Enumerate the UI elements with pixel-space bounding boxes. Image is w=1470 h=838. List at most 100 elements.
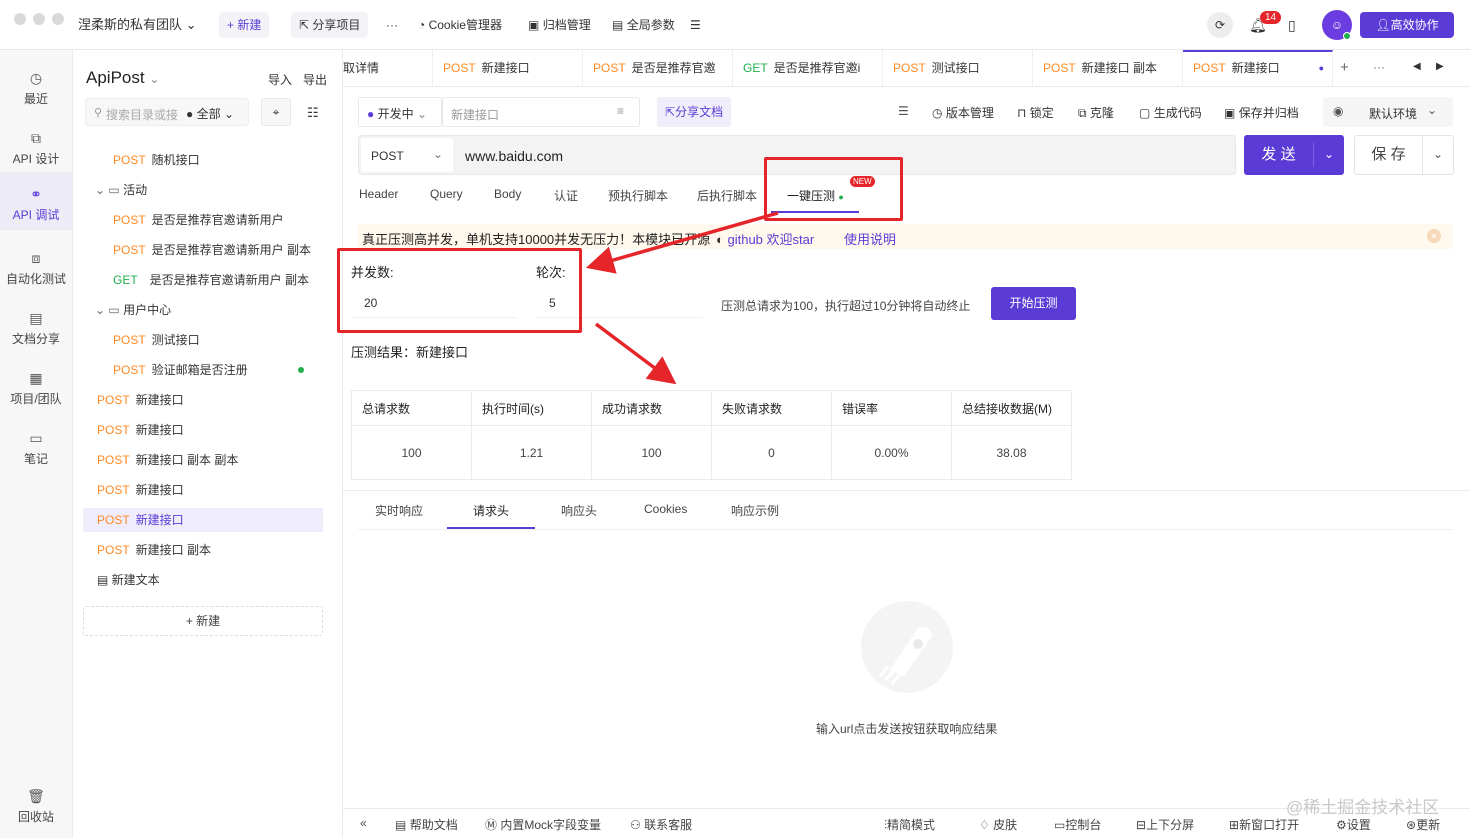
version-mgmt-button[interactable]: ◷ 版本管理 [932,104,994,121]
url-input[interactable]: www.baidu.com [465,148,563,164]
request-tab[interactable]: POST 新建接口 [433,50,583,87]
tree-item[interactable]: POST 验证邮箱是否注册 [113,358,248,382]
request-name-input[interactable]: 新建接口 ≡ [442,97,640,127]
tab-next-icon[interactable]: ▶ [1436,61,1444,72]
send-button[interactable]: 发 送 [1244,135,1313,175]
lock-button[interactable]: ⊓ 锁定 [1017,104,1054,121]
app-name[interactable]: ApiPost ⌄ [86,68,159,88]
import-button[interactable]: 导入 [268,71,292,88]
nav-doc-share[interactable]: ▤ 文档分享 [0,300,72,350]
console-button[interactable]: ▭控制台 [1054,816,1101,833]
nav-project-team[interactable]: ▦ 项目/团队 [0,360,72,410]
share-doc-button[interactable]: ⇱分享文档 [657,97,732,127]
request-tab[interactable]: POST 是否是推荐官邀 [583,50,733,87]
subtab-query[interactable]: Query [430,187,463,201]
tree-item[interactable]: ▤ 新建文本 [97,568,160,592]
skin-button[interactable]: ♢ 皮肤 [979,816,1017,833]
nav-trash[interactable]: 🗑︎ 回收站 [0,788,72,828]
tree-item[interactable]: POST 新建接口 副本 副本 [97,448,238,472]
add-tab-icon[interactable]: + [1340,59,1349,76]
collapse-left-icon[interactable]: « [360,816,367,830]
tree-item[interactable]: POST 是否是推荐官邀请新用户 副本 [113,238,311,262]
window-zoom-button[interactable] [52,13,64,25]
new-window-button[interactable]: ⊞新窗口打开 [1229,816,1299,833]
share-project-button[interactable]: ⇱ 分享项目 [291,12,369,38]
clone-button[interactable]: ⧉ 克隆 [1078,104,1114,121]
document-icon[interactable]: ▯ [1288,12,1296,38]
filter-select[interactable]: ● 全部 ⌄ [186,105,234,122]
subtab-auth[interactable]: 认证 [554,187,578,204]
resp-tab-example[interactable]: 响应示例 [731,502,779,519]
more-button[interactable]: ··· [386,12,398,38]
cookie-manager-button[interactable]: ◔ Cookie管理器 [418,12,502,38]
github-link[interactable]: ◐ github 欢迎star [716,229,814,248]
tree-item[interactable]: POST 随机接口 [113,148,200,172]
tree-item[interactable]: POST 新建接口 副本 [97,538,211,562]
locate-icon[interactable]: ⌖ [261,98,291,126]
save-button[interactable]: 保 存 [1355,136,1422,174]
archive-manager-button[interactable]: ▣ 归档管理 [528,12,591,38]
subtab-pre-script[interactable]: 预执行脚本 [608,187,668,204]
mock-button[interactable]: Ⓜ 内置Mock字段变量 [485,816,601,833]
tree-item[interactable]: GET 是否是推荐官邀请新用户 副本 [113,268,309,292]
window-minimize-button[interactable] [33,13,45,25]
tree-item[interactable]: POST 新建接口 [97,418,184,442]
save-archive-button[interactable]: ▣ 保存并归档 [1224,104,1299,121]
simple-mode-button[interactable]: ⫶精简模式 [884,816,935,833]
help-label: 帮助文档 [409,818,458,832]
usage-link[interactable]: 使用说明 [844,229,896,248]
export-button[interactable]: 导出 [303,71,327,88]
tree-item[interactable]: POST 是否是推荐官邀请新用户 [113,208,284,232]
request-tab[interactable]: POST 新建接口 副本 [1033,50,1183,87]
nav-notes[interactable]: ▭ 笔记 [0,420,72,470]
nav-automation[interactable]: ⧈ 自动化测试 [0,240,72,290]
search-input[interactable]: ⚲ 搜索目录或接口 ● 全部 ⌄ [85,98,249,126]
resp-tab-req-headers[interactable]: 请求头 [473,502,509,519]
window-close-button[interactable] [14,13,26,25]
global-params-button[interactable]: ▤ 全局参数 [612,12,675,38]
team-switcher[interactable]: 涅柔斯的私有团队 ⌄ [78,12,197,38]
gen-code-button[interactable]: ▢ 生成代码 [1139,104,1202,121]
edit-icon[interactable]: ≡ [617,104,624,118]
request-tab[interactable]: POST 测试接口 [883,50,1033,87]
subtab-header[interactable]: Header [359,187,398,201]
split-button[interactable]: ⊟上下分屏 [1136,816,1194,833]
update-button[interactable]: ⊛更新 [1406,816,1440,833]
start-stress-button[interactable]: 开始压测 [991,287,1076,320]
subtab-body[interactable]: Body [494,187,521,201]
send-dropdown-icon[interactable]: ⌄ [1314,135,1344,175]
tree-folder[interactable]: ⌄ ▭ 用户中心 [95,298,171,322]
tree-item[interactable]: POST 新建接口 [83,508,323,532]
status-select[interactable]: ● 开发中 ⌄ [358,97,442,127]
sync-icon[interactable]: ⟳ [1207,12,1233,38]
menu-collapse-icon[interactable]: ☰ [690,12,701,38]
nav-api-debug[interactable]: ⚭ API 调试 [0,172,72,230]
collapse-icon[interactable]: ☰ [898,104,909,118]
resp-tab-realtime[interactable]: 实时响应 [375,502,423,519]
env-select[interactable]: ◉ 默认环境 ⌄ [1323,97,1453,127]
tree-item[interactable]: POST 新建接口 [97,478,184,502]
request-tab-active[interactable]: POST 新建接口 ● [1183,50,1333,87]
help-doc-button[interactable]: ▤ 帮助文档 [395,816,458,833]
more-tabs-icon[interactable]: ··· [1373,60,1385,74]
save-dropdown-icon[interactable]: ⌄ [1423,136,1453,174]
nav-api-design[interactable]: ⧉ API 设计 [0,120,72,170]
sort-icon[interactable]: ☷ [307,105,319,121]
new-button[interactable]: + 新建 [219,12,270,38]
tree-item[interactable]: POST 测试接口 [113,328,200,352]
subtab-post-script[interactable]: 后执行脚本 [697,187,757,204]
resp-tab-cookies[interactable]: Cookies [644,502,687,516]
tab-prev-icon[interactable]: ◀ [1413,61,1421,72]
nav-recent[interactable]: ◷ 最近 [0,60,72,110]
close-icon[interactable]: ✕ [1427,229,1441,243]
request-tab[interactable]: 取详情 [343,50,433,87]
collab-button[interactable]: 👤︎高效协作 [1360,12,1454,38]
contact-button[interactable]: ⚇ 联系客服 [630,816,692,833]
tree-item[interactable]: POST 新建接口 [97,388,184,412]
resp-tab-resp-headers[interactable]: 响应头 [561,502,597,519]
request-tab[interactable]: GET 是否是推荐官邀i [733,50,883,87]
tree-folder[interactable]: ⌄ ▭ 活动 [95,178,147,202]
method-select[interactable]: POST ⌄ [361,138,453,172]
tree-new-button[interactable]: + 新建 [83,606,323,636]
settings-button[interactable]: ⚙设置 [1336,816,1371,833]
